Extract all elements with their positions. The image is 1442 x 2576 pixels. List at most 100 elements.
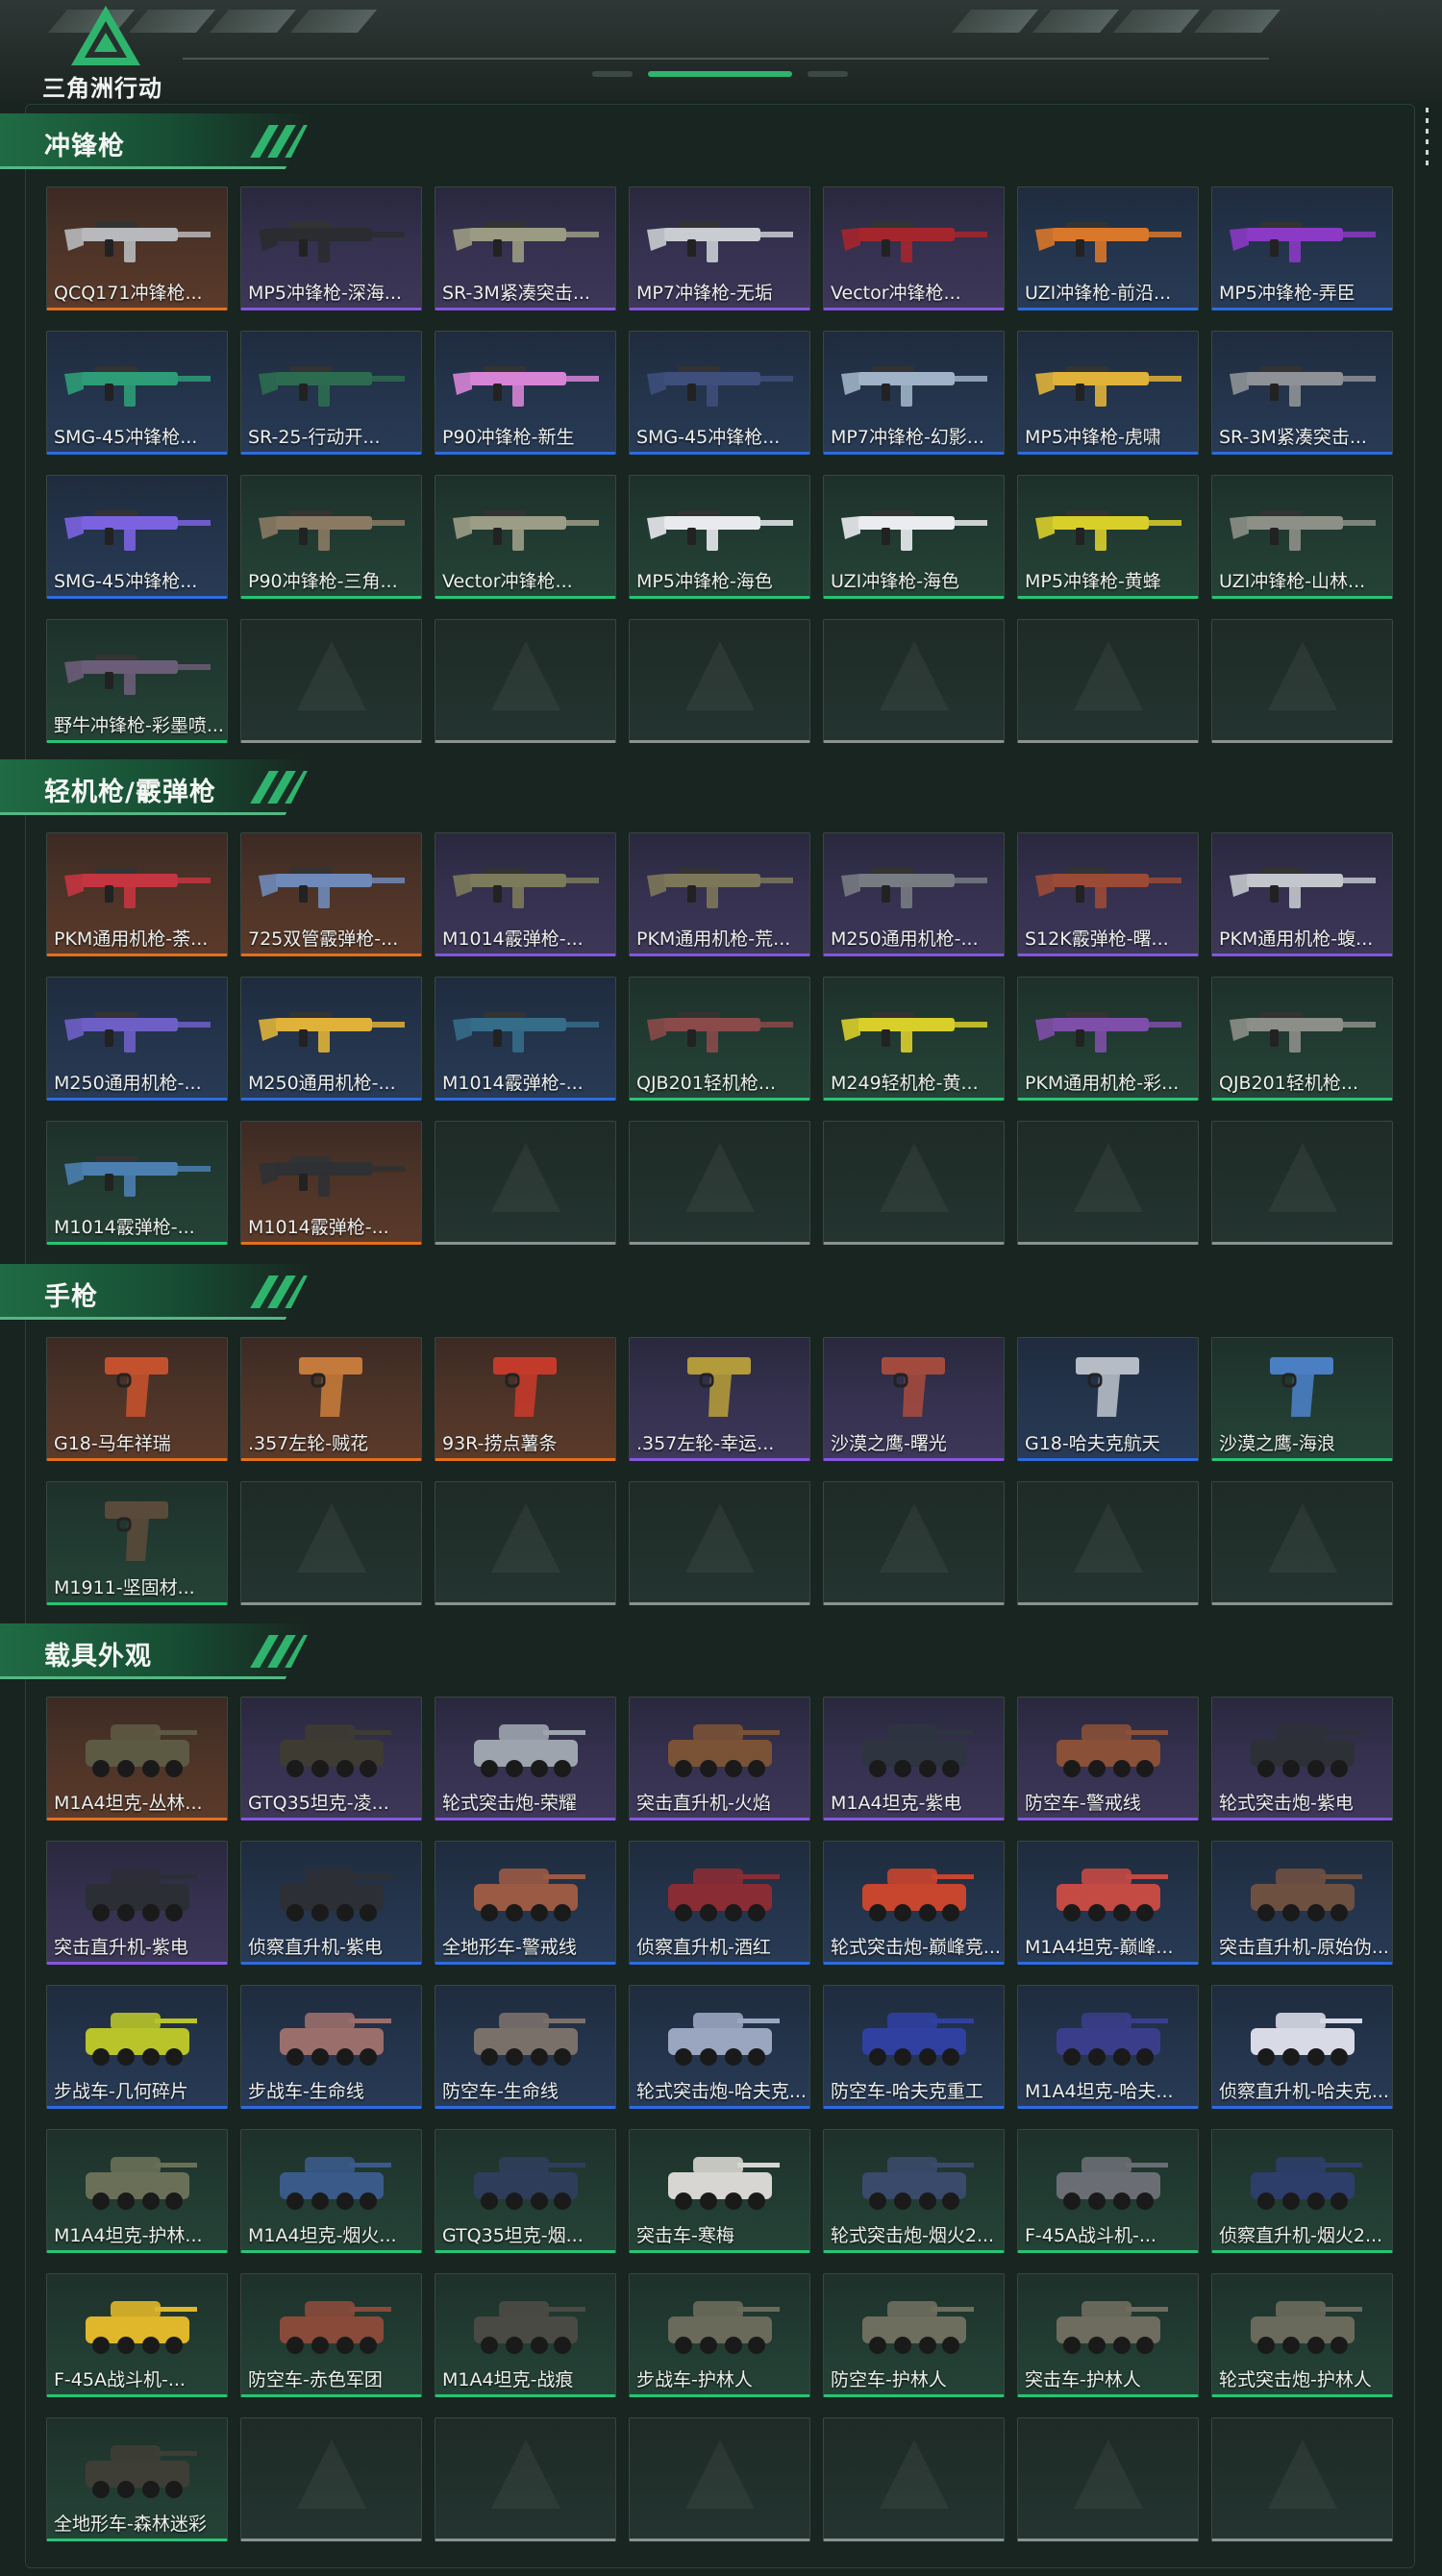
skin-card[interactable]: P90冲锋枪-三角... [240,475,422,599]
skin-card[interactable]: 突击直升机-原始伪... [1211,1841,1393,1965]
skin-card[interactable]: MP5冲锋枪-海色 [629,475,810,599]
skin-card[interactable]: 侦察直升机-紫电 [240,1841,422,1965]
skin-label: 步战车-护林人 [636,2369,753,2390]
skin-card[interactable]: 轮式突击炮-荣耀 [435,1697,616,1821]
skin-card[interactable]: 野牛冲锋枪-彩墨喷... [46,619,228,743]
skin-card[interactable]: PKM通用机枪-蝮... [1211,832,1393,956]
skin-card[interactable]: GTQ35坦克-凌... [240,1697,422,1821]
skin-card[interactable]: 沙漠之鹰-海浪 [1211,1337,1393,1461]
empty-slot [823,619,1005,743]
skin-card[interactable]: 突击直升机-火焰 [629,1697,810,1821]
skin-card[interactable]: 轮式突击炮-紫电 [1211,1697,1393,1821]
skin-card[interactable]: 93R-捞点薯条 [435,1337,616,1461]
skin-card[interactable]: GTQ35坦克-烟... [435,2129,616,2253]
skin-card[interactable]: M250通用机枪-... [46,977,228,1101]
skin-card[interactable]: M250通用机枪-... [240,977,422,1101]
skin-card[interactable]: 全地形车-警戒线 [435,1841,616,1965]
skin-card[interactable]: 轮式突击炮-护林人 [1211,2273,1393,2397]
skin-card[interactable]: M1A4坦克-哈夫... [1017,1985,1199,2109]
skin-card[interactable]: 步战车-护林人 [629,2273,810,2397]
skin-card[interactable]: SMG-45冲锋枪... [46,475,228,599]
vehicle-icon [1237,1995,1368,2072]
gun-icon [837,493,991,558]
vehicle-icon [72,2140,203,2217]
skin-card[interactable]: M1A4坦克-护林... [46,2129,228,2253]
skin-label: 防空车-赤色军团 [248,2369,383,2390]
skin-label: P90冲锋枪-新生 [442,427,575,448]
skin-card[interactable]: M1A4坦克-战痕 [435,2273,616,2397]
skin-card[interactable]: QJB201轻机枪... [629,977,810,1101]
skin-card[interactable]: 防空车-警戒线 [1017,1697,1199,1821]
skin-card[interactable]: 步战车-生命线 [240,1985,422,2109]
skin-card[interactable]: UZI冲锋枪-前沿... [1017,186,1199,310]
skin-card[interactable]: 轮式突击炮-烟火2... [823,2129,1005,2253]
skin-card[interactable]: UZI冲锋枪-海色 [823,475,1005,599]
skin-card[interactable]: G18-马年祥瑞 [46,1337,228,1461]
skin-card[interactable]: QJB201轻机枪... [1211,977,1393,1101]
skin-card[interactable]: MP5冲锋枪-虎啸 [1017,331,1199,455]
skin-card[interactable]: SMG-45冲锋枪... [46,331,228,455]
skin-card[interactable]: M1A4坦克-巅峰... [1017,1841,1199,1965]
skin-card[interactable]: M1014霰弹枪-... [435,977,616,1101]
skin-card[interactable]: 突击车-护林人 [1017,2273,1199,2397]
skin-card[interactable]: 全地形车-森林迷彩 [46,2417,228,2541]
skin-card[interactable]: UZI冲锋枪-山林... [1211,475,1393,599]
skin-card[interactable]: SR-25-行动开... [240,331,422,455]
skin-card[interactable]: QCQ171冲锋枪... [46,186,228,310]
empty-slot [1017,619,1199,743]
skin-card[interactable]: F-45A战斗机-... [46,2273,228,2397]
skin-card[interactable]: MP5冲锋枪-黄蜂 [1017,475,1199,599]
skin-card[interactable]: M250通用机枪-... [823,832,1005,956]
skin-card[interactable]: 防空车-哈夫克重工 [823,1985,1005,2109]
skin-card[interactable]: M1A4坦克-烟火... [240,2129,422,2253]
skin-label: M1A4坦克-战痕 [442,2369,574,2390]
skin-card[interactable]: 轮式突击炮-哈夫克... [629,1985,810,2109]
skin-card[interactable]: PKM通用机枪-荒... [629,832,810,956]
skin-card[interactable]: M1014霰弹枪-... [435,832,616,956]
skin-card[interactable]: 防空车-护林人 [823,2273,1005,2397]
delta-triangle-icon [71,6,140,65]
skin-card[interactable]: PKM通用机枪-荼... [46,832,228,956]
skin-card[interactable]: F-45A战斗机-... [1017,2129,1199,2253]
skin-label: M1A4坦克-哈夫... [1025,2081,1174,2102]
empty-slot [1211,619,1393,743]
skin-card[interactable]: 防空车-赤色军团 [240,2273,422,2397]
skin-card[interactable]: SR-3M紧凑突击... [435,186,616,310]
skin-card[interactable]: Vector冲锋枪... [435,475,616,599]
skin-card[interactable]: 突击车-寒梅 [629,2129,810,2253]
gun-icon [837,205,991,270]
placeholder-triangle-icon [297,2440,366,2509]
scroll-indicator[interactable] [1426,108,1429,165]
skin-card[interactable]: M1A4坦克-丛林... [46,1697,228,1821]
skin-card[interactable]: .357左轮-幸运... [629,1337,810,1461]
skin-card[interactable]: 突击直升机-紫电 [46,1841,228,1965]
skin-card[interactable]: 轮式突击炮-巅峰竞... [823,1841,1005,1965]
skin-card[interactable]: SMG-45冲锋枪... [629,331,810,455]
placeholder-triangle-icon [491,641,560,710]
skin-card[interactable]: M249轻机枪-黄... [823,977,1005,1101]
skin-card[interactable]: MP7冲锋枪-无垢 [629,186,810,310]
skin-label: 沙漠之鹰-海浪 [1219,1433,1335,1454]
skin-card[interactable]: G18-哈夫克航天 [1017,1337,1199,1461]
skin-card[interactable]: 侦察直升机-酒红 [629,1841,810,1965]
skin-card[interactable]: M1A4坦克-紫电 [823,1697,1005,1821]
skin-card[interactable]: 步战车-几何碎片 [46,1985,228,2109]
skin-card[interactable]: S12K霰弹枪-曙... [1017,832,1199,956]
skin-card[interactable]: M1014霰弹枪-... [46,1121,228,1245]
skin-card[interactable]: P90冲锋枪-新生 [435,331,616,455]
skin-card[interactable]: 防空车-生命线 [435,1985,616,2109]
skin-card[interactable]: MP5冲锋枪-深海... [240,186,422,310]
skin-card[interactable]: 沙漠之鹰-曙光 [823,1337,1005,1461]
skin-card[interactable]: M1911-坚固材... [46,1481,228,1605]
skin-card[interactable]: .357左轮-贼花 [240,1337,422,1461]
empty-slot [435,1121,616,1245]
skin-card[interactable]: MP5冲锋枪-弄臣 [1211,186,1393,310]
skin-card[interactable]: Vector冲锋枪... [823,186,1005,310]
skin-card[interactable]: 侦察直升机-烟火2... [1211,2129,1393,2253]
skin-card[interactable]: 侦察直升机-哈夫克... [1211,1985,1393,2109]
skin-card[interactable]: PKM通用机枪-彩... [1017,977,1199,1101]
skin-card[interactable]: SR-3M紧凑突击... [1211,331,1393,455]
skin-card[interactable]: MP7冲锋枪-幻影... [823,331,1005,455]
skin-card[interactable]: 725双管霰弹枪-... [240,832,422,956]
skin-card[interactable]: M1014霰弹枪-... [240,1121,422,1245]
